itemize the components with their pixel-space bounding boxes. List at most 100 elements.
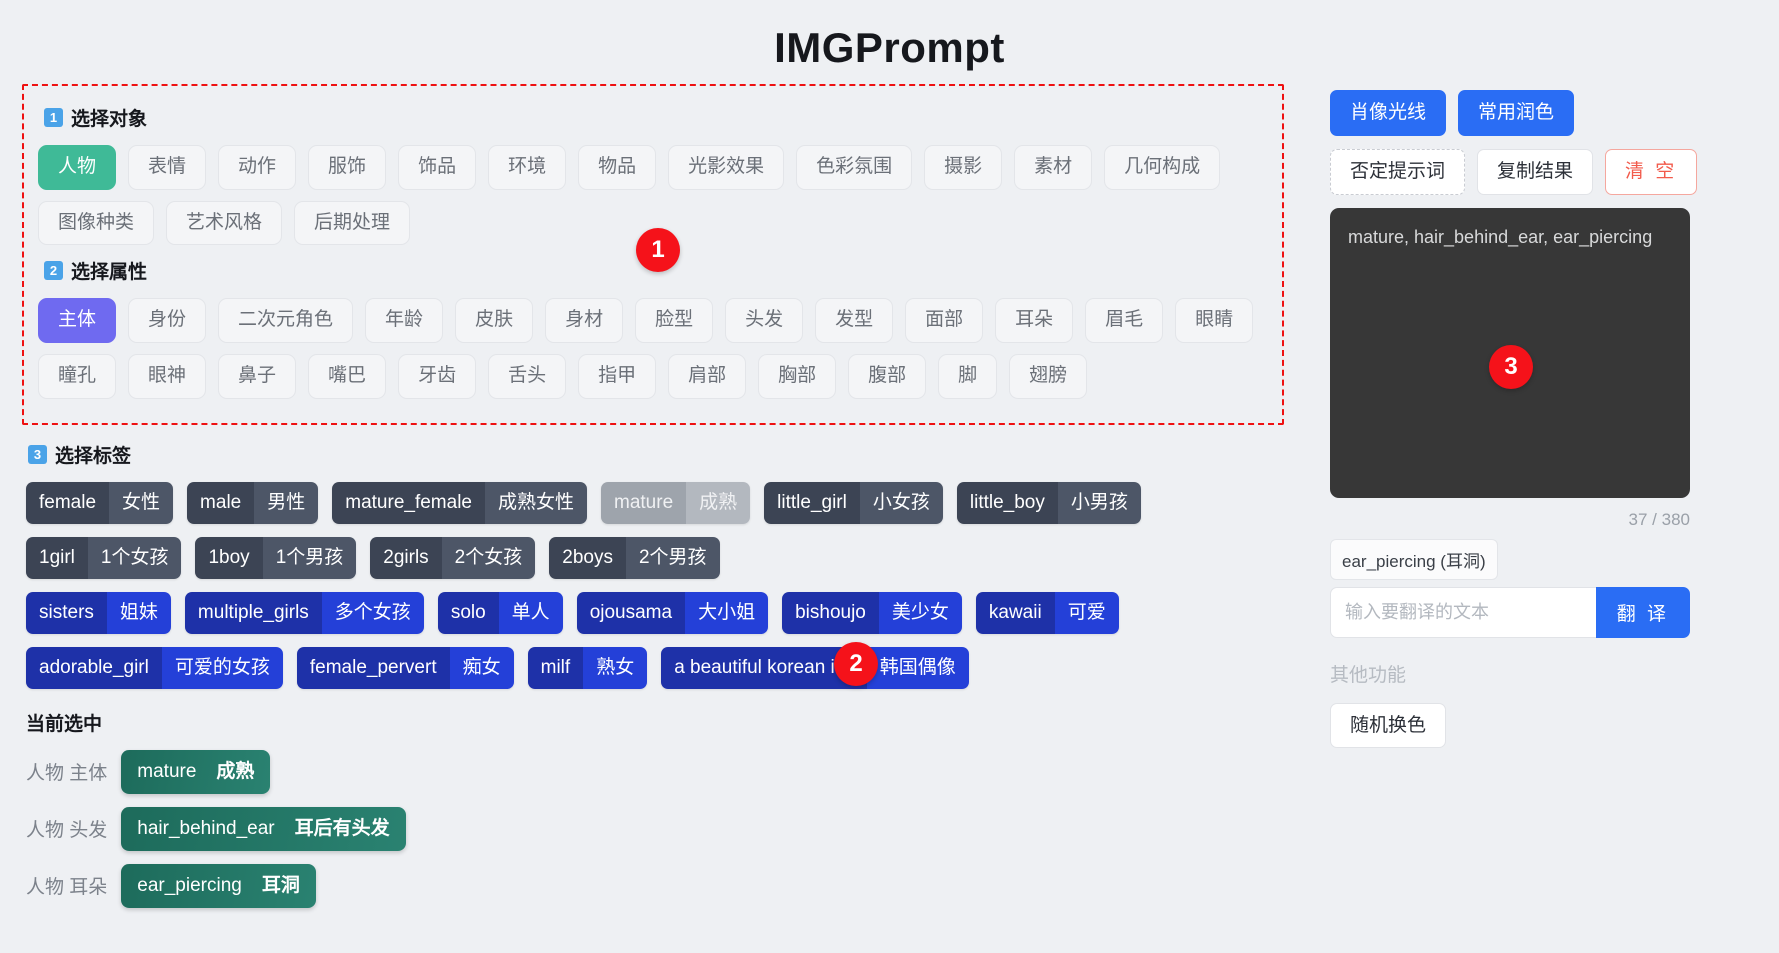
- attribute-chip-13[interactable]: 瞳孔: [38, 354, 117, 399]
- tag-pill-adorable_girl[interactable]: adorable_girl 可爱的女孩: [26, 646, 283, 689]
- category-chip-9[interactable]: 摄影: [924, 145, 1003, 190]
- tag-chinese-label: 2个男孩: [625, 536, 720, 579]
- selected-tag-english-label: mature: [137, 760, 197, 782]
- highlighted-selector-region: 1 选择对象 人物 表情 动作 服饰 饰品 环境 物品 光影效果 色彩氛围 摄影 素材 几何构成 图像种…: [22, 84, 1284, 425]
- tag-pill-1boy[interactable]: 1boy 1个男孩: [195, 536, 357, 579]
- tag-pill-2boys[interactable]: 2boys 2个男孩: [549, 536, 720, 579]
- app-root: IMGPrompt 1 选择对象 人物 表情 动作 服饰 饰品 环境 物品 光影效果 色彩氛围 摄…: [0, 0, 1779, 953]
- category-chip-1[interactable]: 表情: [128, 145, 207, 190]
- category-chip-6[interactable]: 物品: [578, 145, 657, 190]
- attribute-chip-label: 眉毛: [1105, 309, 1144, 331]
- attribute-chip-16[interactable]: 嘴巴: [308, 354, 387, 399]
- tag-chinese-label: 1个男孩: [262, 536, 357, 579]
- action-button-0[interactable]: 否定提示词: [1330, 148, 1466, 195]
- tag-pill-ojousama[interactable]: ojousama 大小姐: [576, 591, 769, 634]
- attribute-chip-label: 脸型: [655, 309, 694, 331]
- attribute-chip-19[interactable]: 指甲: [578, 354, 657, 399]
- tag-chinese-label: 美少女: [878, 591, 962, 634]
- preset-button-1[interactable]: 常用润色: [1458, 90, 1575, 136]
- attribute-chip-14[interactable]: 眼神: [128, 354, 207, 399]
- tag-pill-male[interactable]: male 男性: [187, 481, 319, 524]
- attribute-chip-label: 面部: [925, 309, 964, 331]
- attribute-chip-6[interactable]: 脸型: [635, 298, 714, 344]
- attribute-chip-21[interactable]: 胸部: [758, 354, 837, 399]
- translation-result-chip[interactable]: ear_piercing (耳洞): [1330, 538, 1498, 580]
- attribute-chip-22[interactable]: 腹部: [848, 354, 927, 399]
- attribute-chip-3[interactable]: 年龄: [365, 298, 444, 344]
- tag-chinese-label: 成熟女性: [484, 481, 587, 524]
- translate-input[interactable]: [1330, 586, 1596, 638]
- attribute-chip-8[interactable]: 发型: [815, 298, 894, 344]
- tag-english-label: solo: [437, 591, 499, 634]
- attribute-chip-20[interactable]: 肩部: [668, 354, 747, 399]
- category-chip-12[interactable]: 图像种类: [38, 200, 155, 246]
- tag-english-label: little_girl: [764, 481, 860, 524]
- preset-button-0[interactable]: 肖像光线: [1330, 90, 1447, 136]
- attribute-chip-label: 头发: [745, 309, 784, 331]
- attribute-chip-0[interactable]: 主体: [38, 298, 117, 344]
- attribute-chip-7[interactable]: 头发: [725, 298, 804, 344]
- selected-item-row: 人物 头发 hair_behind_ear 耳后有头发: [22, 806, 1312, 851]
- tag-pill-2girls[interactable]: 2girls 2个女孩: [370, 536, 536, 579]
- attribute-chip-1[interactable]: 身份: [128, 298, 207, 344]
- tag-pill-multiple_girls[interactable]: multiple_girls 多个女孩: [184, 591, 424, 634]
- attribute-chip-5[interactable]: 身材: [545, 298, 624, 344]
- category-chip-4[interactable]: 饰品: [398, 145, 477, 190]
- attribute-chip-24[interactable]: 翅膀: [1009, 354, 1088, 399]
- left-column: 1 选择对象 人物 表情 动作 服饰 饰品 环境 物品 光影效果 色彩氛围 摄影 素材 几何构成 图像种…: [22, 84, 1312, 921]
- translate-button[interactable]: 翻 译: [1595, 586, 1690, 638]
- attribute-chip-4[interactable]: 皮肤: [455, 298, 534, 344]
- tag-pill-kawaii[interactable]: kawaii 可爱: [975, 591, 1119, 634]
- attribute-chip-23[interactable]: 脚: [938, 354, 998, 399]
- tag-chinese-label: 多个女孩: [321, 591, 424, 634]
- tag-pill-little_boy[interactable]: little_boy 小男孩: [956, 481, 1141, 524]
- tag-pill-mature_female[interactable]: mature_female 成熟女性: [332, 481, 587, 524]
- category-chip-10[interactable]: 素材: [1014, 145, 1093, 190]
- tag-pill-a-beautiful-korean-i-[interactable]: a beautiful korean i… 韩国偶像: [661, 646, 969, 689]
- category-chip-label: 后期处理: [314, 211, 391, 233]
- selected-tag-ear_piercing[interactable]: ear_piercing 耳洞: [121, 863, 316, 908]
- selected-tag-english-label: hair_behind_ear: [137, 817, 275, 839]
- action-button-1[interactable]: 复制结果: [1477, 148, 1594, 195]
- category-chip-3[interactable]: 服饰: [308, 145, 387, 190]
- category-chip-0[interactable]: 人物: [38, 145, 117, 190]
- category-chip-13[interactable]: 艺术风格: [166, 200, 283, 246]
- tag-pill-solo[interactable]: solo 单人: [437, 591, 563, 634]
- tag-pill-bishoujo[interactable]: bishoujo 美少女: [782, 591, 962, 634]
- tag-pill-female[interactable]: female 女性: [26, 481, 174, 524]
- current-selection-header: 当前选中: [26, 713, 103, 735]
- tag-pill-female_pervert[interactable]: female_pervert 痴女: [296, 646, 514, 689]
- attribute-chip-label: 身材: [565, 309, 604, 331]
- action-button-2[interactable]: 清 空: [1605, 148, 1698, 195]
- tag-pill-mature[interactable]: mature 成熟: [601, 481, 751, 524]
- category-chip-11[interactable]: 几何构成: [1104, 145, 1221, 190]
- tag-list: female 女性 male 男性 mature_female 成熟女性 mature 成熟 l…: [22, 481, 1312, 689]
- tag-pill-little_girl[interactable]: little_girl 小女孩: [764, 481, 943, 524]
- attribute-chip-9[interactable]: 面部: [905, 298, 984, 344]
- attribute-chip-15[interactable]: 鼻子: [218, 354, 297, 399]
- tag-pill-sisters[interactable]: sisters 姐妹: [26, 591, 171, 634]
- category-chip-14[interactable]: 后期处理: [294, 200, 411, 246]
- tag-pill-1girl[interactable]: 1girl 1个女孩: [26, 536, 182, 579]
- category-chip-5[interactable]: 环境: [488, 145, 567, 190]
- selected-item-path: 人物 主体: [26, 763, 108, 785]
- selected-tag-mature[interactable]: mature 成熟: [121, 749, 271, 794]
- attribute-chip-label: 眼睛: [1195, 309, 1234, 331]
- tag-pill-milf[interactable]: milf 熟女: [527, 646, 648, 689]
- attribute-chip-18[interactable]: 舌头: [488, 354, 567, 399]
- current-selection-list: 人物 主体 mature 成熟 人物 头发 hair_behind_ear 耳后有头发 人物…: [22, 749, 1312, 908]
- attribute-chip-17[interactable]: 牙齿: [398, 354, 477, 399]
- selected-tag-hair_behind_ear[interactable]: hair_behind_ear 耳后有头发: [121, 806, 406, 851]
- category-chip-label: 表情: [148, 156, 187, 177]
- category-chip-2[interactable]: 动作: [218, 145, 297, 190]
- attribute-chip-2[interactable]: 二次元角色: [218, 298, 354, 344]
- attribute-chip-12[interactable]: 眼睛: [1175, 298, 1254, 344]
- right-column: 肖像光线常用润色 否定提示词复制结果清 空 37 / 380 ear_pierc…: [1312, 84, 1732, 921]
- attribute-chip-10[interactable]: 耳朵: [995, 298, 1074, 344]
- tag-chinese-label: 大小姐: [685, 591, 769, 634]
- category-chip-7[interactable]: 光影效果: [668, 145, 785, 190]
- random-color-button[interactable]: 随机换色: [1330, 702, 1447, 749]
- tag-english-label: kawaii: [975, 591, 1055, 634]
- attribute-chip-11[interactable]: 眉毛: [1085, 298, 1164, 344]
- category-chip-8[interactable]: 色彩氛围: [796, 145, 913, 190]
